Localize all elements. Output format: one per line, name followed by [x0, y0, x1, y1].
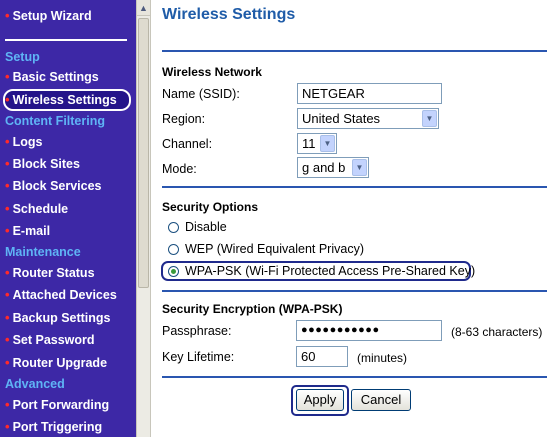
sidebar-item-attached-devices[interactable]: • Attached Devices	[5, 285, 117, 305]
sidebar-item-logs[interactable]: • Logs	[5, 132, 42, 152]
sidebar-item-backup-settings[interactable]: • Backup Settings	[5, 308, 111, 328]
passphrase-input[interactable]: ●●●●●●●●●●●	[296, 320, 442, 341]
page-title: Wireless Settings	[162, 6, 296, 23]
bullet-icon: •	[5, 310, 10, 325]
radio-selected-dot	[171, 269, 176, 274]
radio-wpa-psk-label: WPA-PSK (Wi-Fi Protected Access Pre-Shar…	[185, 264, 476, 278]
sidebar-nav: • Setup Wizard Setup • Basic Settings • Wir…	[0, 0, 136, 437]
bullet-icon: •	[5, 92, 10, 107]
radio-wpa-psk[interactable]	[168, 266, 179, 277]
key-lifetime-value: 60	[301, 349, 316, 364]
radio-disable-label: Disable	[185, 220, 227, 234]
key-lifetime-label: Key Lifetime:	[162, 350, 235, 364]
bullet-icon: •	[5, 8, 10, 23]
security-encryption-heading: Security Encryption (WPA-PSK)	[162, 302, 343, 316]
sidebar-heading-maintenance: Maintenance	[5, 245, 81, 259]
sidebar-item-email[interactable]: • E-mail	[5, 221, 50, 241]
sidebar-item-label: Router Status	[12, 266, 95, 280]
sidebar-item-port-triggering[interactable]: • Port Triggering	[5, 417, 102, 437]
mode-select[interactable]: g and b ▼	[297, 157, 369, 178]
sidebar-item-label: Logs	[12, 135, 43, 149]
key-lifetime-input[interactable]: 60	[296, 346, 348, 367]
region-select[interactable]: United States ▼	[297, 108, 439, 129]
bullet-icon: •	[5, 287, 10, 302]
sidebar-item-port-forwarding[interactable]: • Port Forwarding	[5, 395, 109, 415]
sidebar-item-setup-wizard[interactable]: • Setup Wizard	[5, 6, 92, 26]
sidebar-item-label: Block Sites	[12, 157, 80, 171]
cancel-button[interactable]: Cancel	[351, 389, 411, 411]
bullet-icon: •	[5, 332, 10, 347]
passphrase-hint: (8-63 characters)	[451, 325, 543, 339]
channel-value: 11	[302, 136, 316, 151]
apply-button[interactable]: Apply	[296, 389, 344, 411]
sidebar-item-label: Backup Settings	[12, 311, 111, 325]
bullet-icon: •	[5, 355, 10, 370]
main-content: Wireless Settings Wireless Network Name …	[151, 0, 547, 437]
scroll-up-arrow-icon[interactable]: ▲	[137, 0, 150, 16]
chevron-down-icon[interactable]: ▼	[422, 110, 437, 127]
sidebar-heading-advanced: Advanced	[5, 377, 65, 391]
sidebar-item-label: Block Services	[12, 179, 102, 193]
bullet-icon: •	[5, 265, 10, 280]
section-divider	[162, 50, 547, 52]
section-divider	[162, 186, 547, 188]
region-label: Region:	[162, 112, 206, 126]
bullet-icon: •	[5, 201, 10, 216]
sidebar-item-label: Wireless Settings	[12, 93, 117, 107]
ssid-label: Name (SSID):	[162, 87, 240, 101]
bullet-icon: •	[5, 223, 10, 238]
sidebar-item-basic-settings[interactable]: • Basic Settings	[5, 67, 99, 87]
bullet-icon: •	[5, 69, 10, 84]
sidebar-item-label: Port Triggering	[12, 420, 103, 434]
bullet-icon: •	[5, 178, 10, 193]
sidebar-item-label: Set Password	[12, 333, 95, 347]
sidebar-heading-content-filtering: Content Filtering	[5, 114, 105, 128]
sidebar-item-label: Setup Wizard	[12, 9, 92, 23]
sidebar-item-schedule[interactable]: • Schedule	[5, 199, 68, 219]
sidebar-item-router-status[interactable]: • Router Status	[5, 263, 95, 283]
channel-label: Channel:	[162, 137, 213, 151]
section-divider	[162, 290, 547, 292]
sidebar-item-label: Schedule	[12, 202, 69, 216]
sidebar-heading-setup: Setup	[5, 50, 40, 64]
scrollbar-thumb[interactable]	[138, 18, 149, 288]
sidebar-item-label: Port Forwarding	[12, 398, 110, 412]
sidebar-scrollbar[interactable]: ▲	[136, 0, 151, 437]
sidebar-divider	[5, 39, 127, 41]
radio-disable[interactable]	[168, 222, 179, 233]
chevron-down-icon[interactable]: ▼	[320, 135, 335, 152]
sidebar-item-router-upgrade[interactable]: • Router Upgrade	[5, 353, 107, 373]
sidebar-item-label: Attached Devices	[12, 288, 117, 302]
bullet-icon: •	[5, 134, 10, 149]
radio-wep[interactable]	[168, 244, 179, 255]
sidebar-item-label: Basic Settings	[12, 70, 99, 84]
bullet-icon: •	[5, 419, 10, 434]
passphrase-label: Passphrase:	[162, 324, 232, 338]
sidebar-item-label: E-mail	[12, 224, 51, 238]
key-lifetime-unit: (minutes)	[357, 351, 408, 365]
sidebar-item-block-services[interactable]: • Block Services	[5, 176, 102, 196]
sidebar-item-label: Router Upgrade	[12, 356, 108, 370]
radio-wep-label: WEP (Wired Equivalent Privacy)	[185, 242, 364, 256]
region-value: United States	[302, 111, 381, 126]
passphrase-value: ●●●●●●●●●●●	[301, 324, 380, 336]
section-divider	[162, 376, 547, 378]
channel-select[interactable]: 11 ▼	[297, 133, 337, 154]
bullet-icon: •	[5, 397, 10, 412]
sidebar-item-set-password[interactable]: • Set Password	[5, 330, 95, 350]
security-options-heading: Security Options	[162, 200, 259, 214]
ssid-input[interactable]: NETGEAR	[297, 83, 442, 104]
sidebar-item-wireless-settings[interactable]: • Wireless Settings	[5, 90, 117, 110]
ssid-value: NETGEAR	[302, 86, 365, 101]
wireless-network-heading: Wireless Network	[162, 65, 262, 79]
mode-value: g and b	[302, 160, 346, 175]
mode-label: Mode:	[162, 162, 197, 176]
bullet-icon: •	[5, 156, 10, 171]
sidebar-item-block-sites[interactable]: • Block Sites	[5, 154, 80, 174]
chevron-down-icon[interactable]: ▼	[352, 159, 367, 176]
